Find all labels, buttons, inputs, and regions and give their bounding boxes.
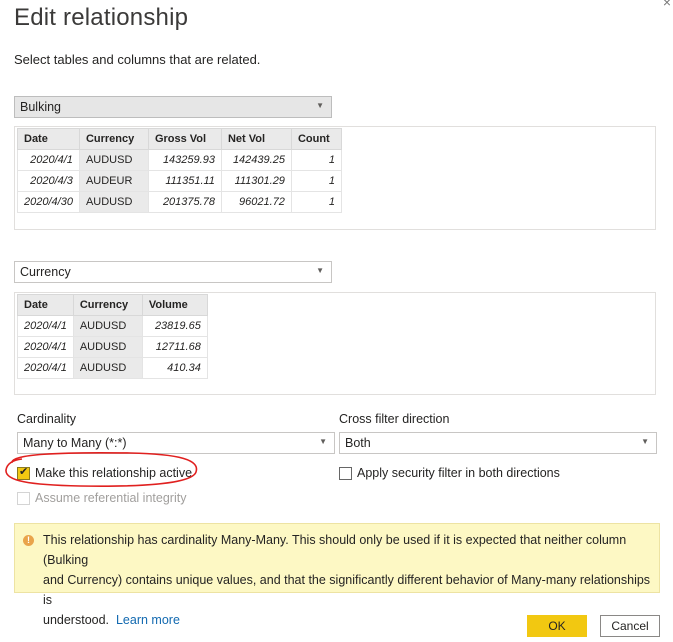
table-cell: 111351.11 bbox=[147, 170, 222, 192]
chevron-down-icon: ▼ bbox=[316, 101, 324, 110]
chevron-down-icon: ▼ bbox=[319, 437, 327, 446]
warning-line-text: understood. bbox=[43, 613, 110, 627]
table1-preview: Date Currency Gross Vol Net Vol Count 20… bbox=[14, 126, 656, 230]
warning-line: and Currency) contains unique values, an… bbox=[43, 573, 651, 607]
learn-more-link[interactable]: Learn more bbox=[116, 613, 180, 627]
warning-line: This relationship has cardinality Many-M… bbox=[43, 533, 627, 567]
table-cell: AUDEUR bbox=[78, 170, 149, 192]
table-cell: 23819.65 bbox=[141, 315, 208, 337]
table-cell: AUDUSD bbox=[72, 315, 143, 337]
table-row: 2020/4/30 AUDUSD 201375.78 96021.72 1 bbox=[17, 191, 342, 213]
table-row: 2020/4/1 AUDUSD 23819.65 bbox=[17, 315, 208, 337]
table-cell: 2020/4/1 bbox=[17, 357, 74, 379]
column-header-gross-vol[interactable]: Gross Vol bbox=[147, 128, 222, 150]
table1-selected: Bulking bbox=[20, 100, 61, 114]
table-cell: 2020/4/30 bbox=[17, 191, 80, 213]
table-cell: 12711.68 bbox=[141, 336, 208, 358]
table-cell: 2020/4/1 bbox=[17, 336, 74, 358]
table-cell: 96021.72 bbox=[220, 191, 292, 213]
dialog-subtitle: Select tables and columns that are relat… bbox=[14, 52, 261, 67]
warning-banner: ! This relationship has cardinality Many… bbox=[14, 523, 660, 627]
column-header-volume[interactable]: Volume bbox=[141, 294, 208, 316]
table-cell: 1 bbox=[290, 191, 342, 213]
table-row: 2020/4/1 AUDUSD 410.34 bbox=[17, 357, 208, 379]
table-cell: AUDUSD bbox=[78, 149, 149, 171]
referential-integrity-checkbox bbox=[17, 492, 30, 505]
table2-selected: Currency bbox=[20, 265, 71, 279]
active-checkbox[interactable] bbox=[17, 465, 30, 480]
ok-button[interactable]: OK bbox=[527, 615, 587, 637]
cardinality-dropdown[interactable]: Many to Many (*:*) ▼ bbox=[17, 432, 335, 454]
table-cell: 143259.93 bbox=[147, 149, 222, 171]
chevron-down-icon: ▼ bbox=[316, 266, 324, 275]
table2-preview: Date Currency Volume 2020/4/1 AUDUSD 238… bbox=[14, 292, 656, 395]
table-row: 2020/4/3 AUDEUR 111351.11 111301.29 1 bbox=[17, 170, 342, 192]
dialog-title: Edit relationship bbox=[14, 4, 189, 31]
table1-dropdown[interactable]: Bulking ▼ bbox=[14, 96, 332, 118]
table-cell: 2020/4/3 bbox=[17, 170, 80, 192]
cross-filter-dropdown[interactable]: Both ▼ bbox=[339, 432, 657, 454]
table1-grid: Date Currency Gross Vol Net Vol Count 20… bbox=[17, 128, 342, 213]
table2-grid: Date Currency Volume 2020/4/1 AUDUSD 238… bbox=[17, 294, 208, 379]
cancel-button[interactable]: Cancel bbox=[600, 615, 660, 637]
column-header-net-vol[interactable]: Net Vol bbox=[220, 128, 292, 150]
table-row: 2020/4/1 AUDUSD 12711.68 bbox=[17, 336, 208, 358]
table2-dropdown[interactable]: Currency ▼ bbox=[14, 261, 332, 283]
table-cell: 2020/4/1 bbox=[17, 315, 74, 337]
security-filter-checkbox[interactable] bbox=[339, 467, 352, 480]
table-cell: 2020/4/1 bbox=[17, 149, 80, 171]
column-header-date[interactable]: Date bbox=[17, 128, 80, 150]
table-cell: 111301.29 bbox=[220, 170, 292, 192]
table-cell: 1 bbox=[290, 149, 342, 171]
close-icon[interactable]: × bbox=[663, 0, 671, 10]
active-checkbox-label[interactable]: Make this relationship active bbox=[35, 466, 192, 480]
table-cell: AUDUSD bbox=[72, 336, 143, 358]
warning-icon: ! bbox=[23, 535, 34, 546]
security-filter-label[interactable]: Apply security filter in both directions bbox=[357, 466, 560, 480]
table-row: 2020/4/1 AUDUSD 143259.93 142439.25 1 bbox=[17, 149, 342, 171]
cardinality-value: Many to Many (*:*) bbox=[23, 436, 127, 450]
column-header-currency[interactable]: Currency bbox=[72, 294, 143, 316]
column-header-count[interactable]: Count bbox=[290, 128, 342, 150]
table-cell: AUDUSD bbox=[78, 191, 149, 213]
cross-filter-value: Both bbox=[345, 436, 371, 450]
column-header-date[interactable]: Date bbox=[17, 294, 74, 316]
table-cell: 1 bbox=[290, 170, 342, 192]
column-header-currency[interactable]: Currency bbox=[78, 128, 149, 150]
table-cell: AUDUSD bbox=[72, 357, 143, 379]
table-cell: 201375.78 bbox=[147, 191, 222, 213]
referential-integrity-label: Assume referential integrity bbox=[35, 491, 187, 505]
chevron-down-icon: ▼ bbox=[641, 437, 649, 446]
table-cell: 142439.25 bbox=[220, 149, 292, 171]
table-cell: 410.34 bbox=[141, 357, 208, 379]
cardinality-label: Cardinality bbox=[17, 412, 77, 426]
cross-filter-label: Cross filter direction bbox=[339, 412, 450, 426]
